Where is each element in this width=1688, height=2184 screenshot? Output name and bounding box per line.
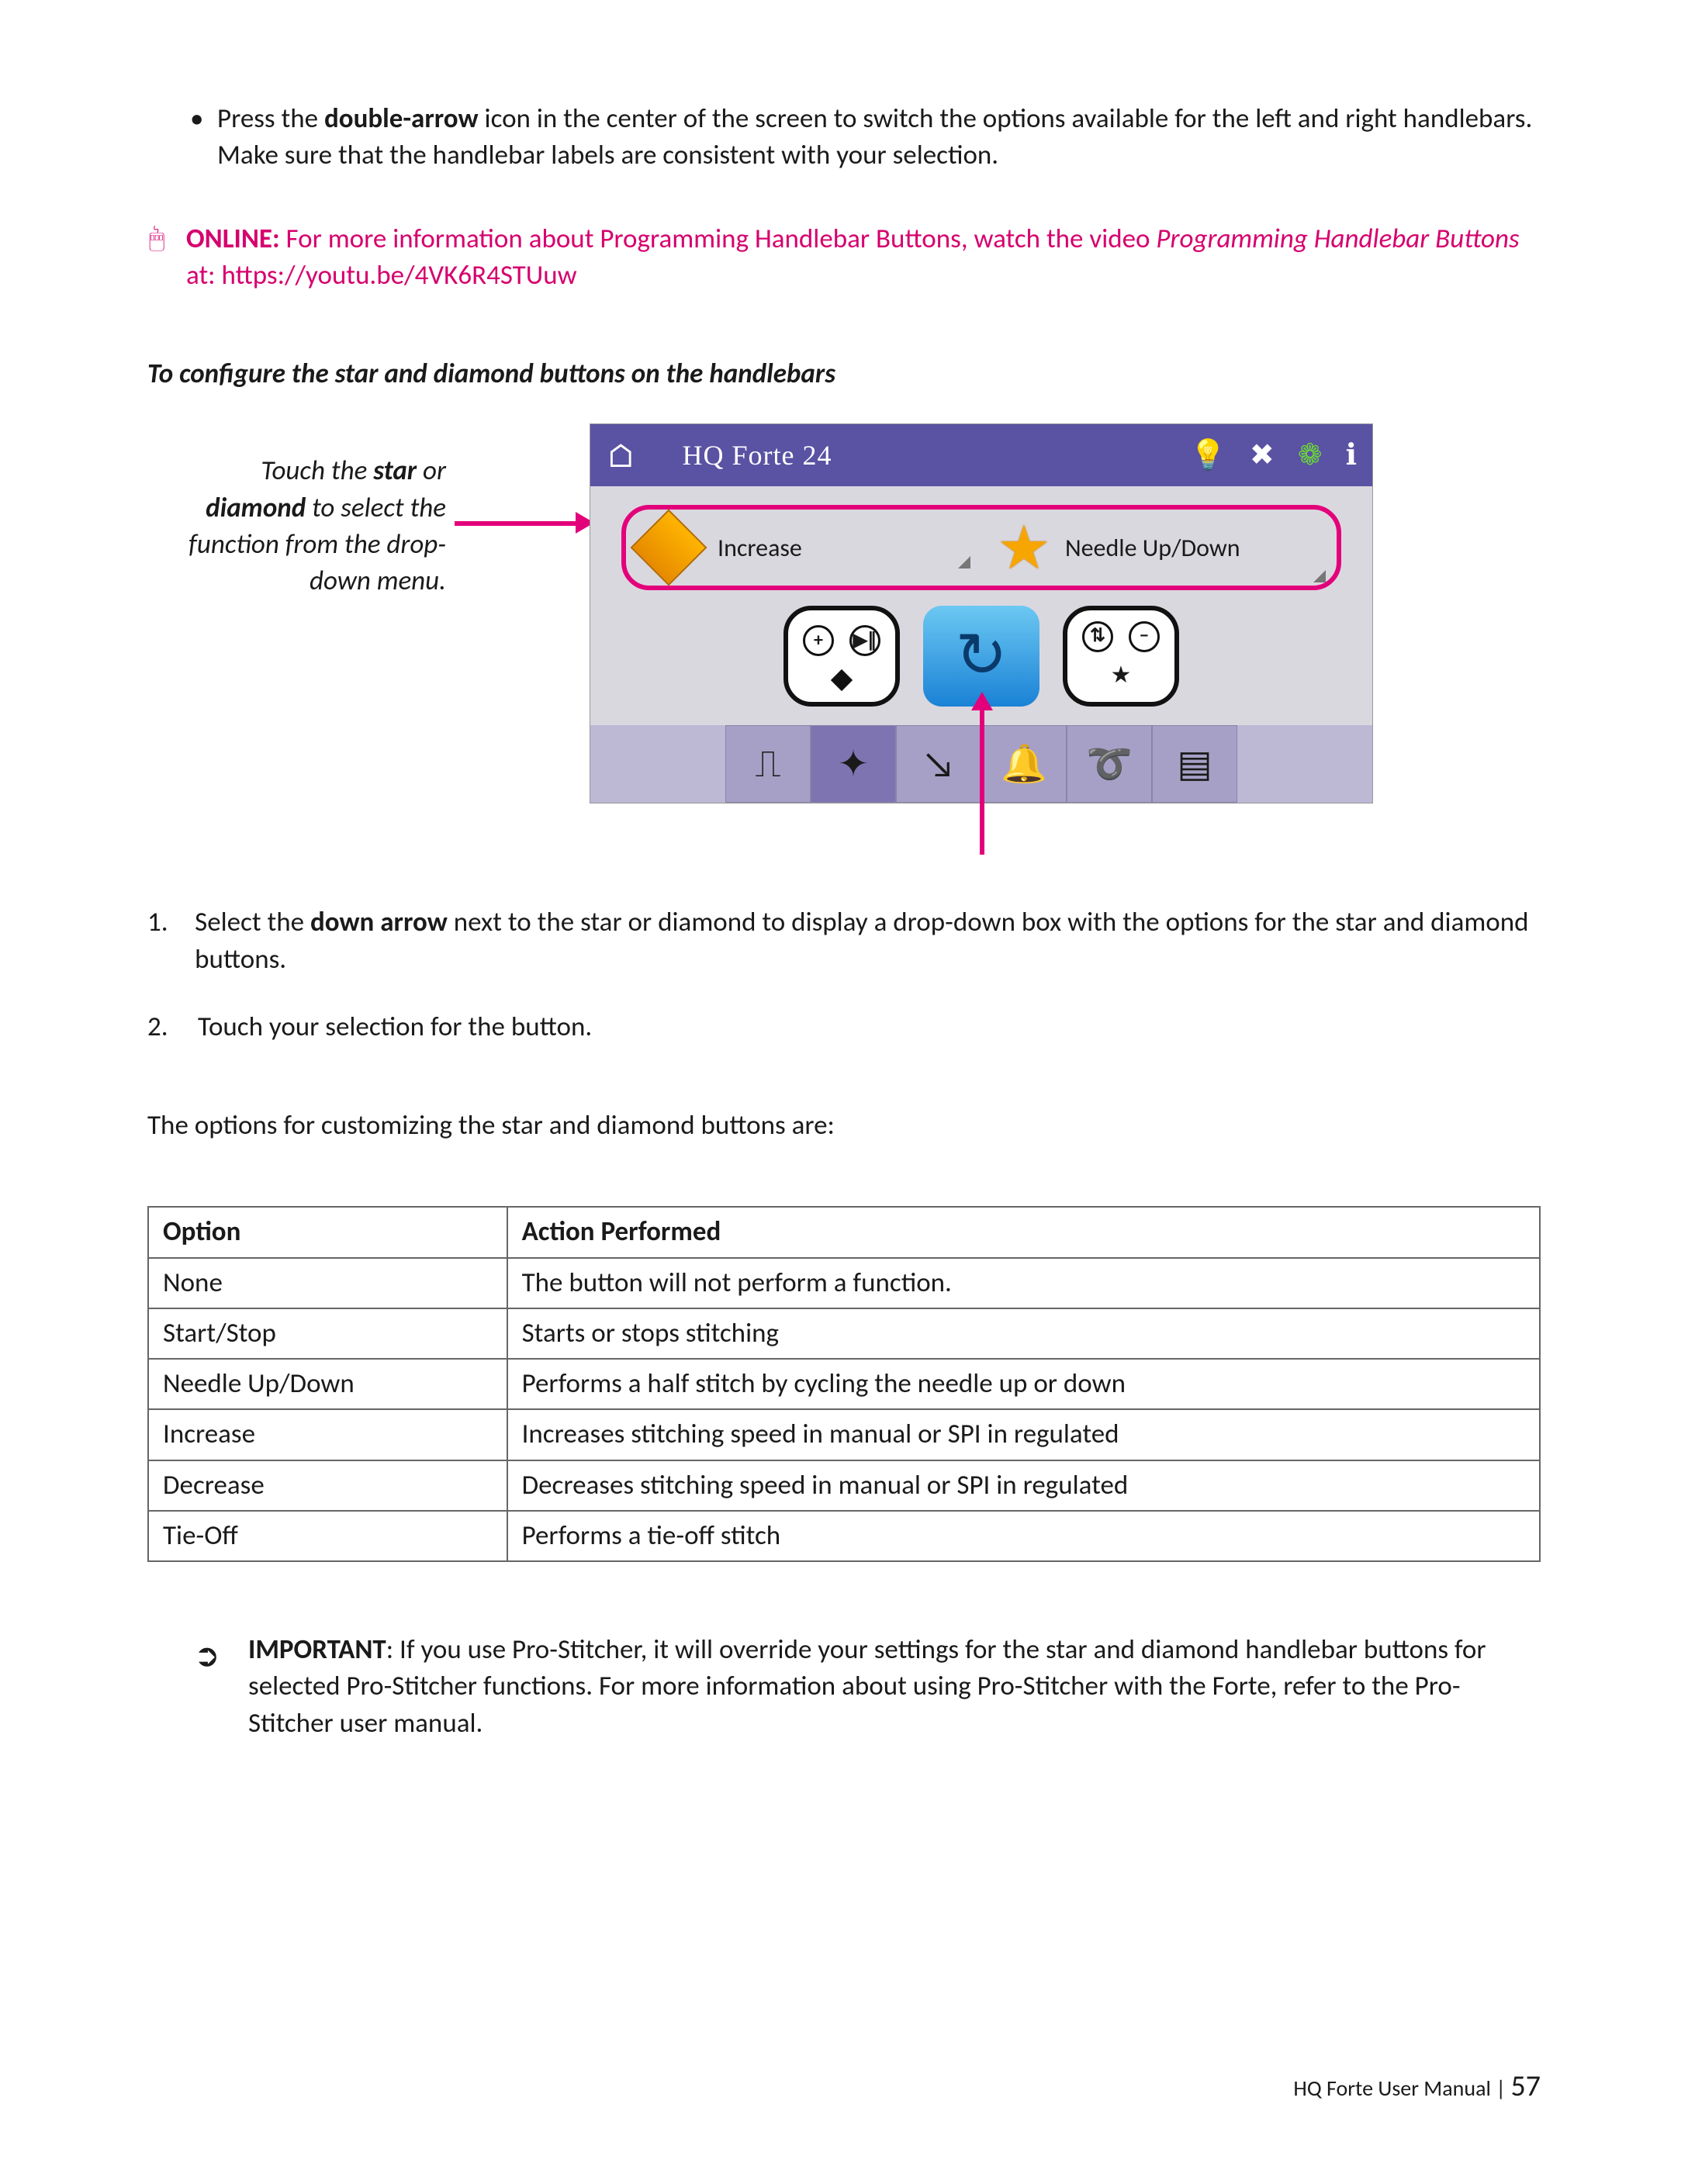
- bold: double-arrow: [324, 102, 479, 135]
- bullet-paragraph: Press the double-arrow icon in the cente…: [147, 101, 1541, 175]
- table-row: IncreaseIncreases stitching speed in man…: [148, 1409, 1540, 1460]
- list-item: 2. Touch your selection for the button.: [147, 1009, 1541, 1045]
- options-intro: The options for customizing the star and…: [147, 1108, 1541, 1144]
- diamond-label: Increase: [718, 531, 802, 565]
- important-note: ➲ IMPORTANT: If you use Pro-Stitcher, it…: [147, 1632, 1541, 1742]
- star-button[interactable]: ★ Needle Up/Down: [981, 507, 1337, 589]
- play-icon: ▶∥: [849, 625, 880, 656]
- arrow-right-icon: [455, 517, 594, 529]
- important-text: : If you use Pro-Stitcher, it will overr…: [248, 1633, 1486, 1740]
- plus-icon: +: [803, 625, 834, 656]
- updown-icon: ⇅: [1082, 621, 1113, 652]
- star-icon: ★: [997, 507, 1051, 589]
- star-small-icon: ★: [1111, 660, 1132, 692]
- selection-box: Increase ★ Needle Up/Down: [621, 505, 1341, 590]
- callout-text: Touch the star or diamond to select the …: [147, 453, 446, 600]
- table-row: Tie-OffPerforms a tie-off stitch: [148, 1511, 1540, 1561]
- text: Press the: [217, 102, 324, 135]
- bulb-icon[interactable]: 💡: [1190, 436, 1226, 475]
- table-row: NoneThe button will not perform a functi…: [148, 1258, 1540, 1308]
- tab-laser[interactable]: ↘: [896, 725, 981, 803]
- important-label: IMPORTANT: [248, 1633, 386, 1666]
- footer: HQ Forte User Manual | 57: [1293, 2067, 1541, 2106]
- screenshot-area: Touch the star or diamond to select the …: [147, 423, 1541, 858]
- table-row: Start/StopStarts or stops stitching: [148, 1308, 1540, 1359]
- star-label: Needle Up/Down: [1065, 531, 1240, 565]
- tab-stitch[interactable]: ▤: [1152, 725, 1237, 803]
- table-header: Option Action Performed: [148, 1207, 1540, 1257]
- table-row: Needle Up/DownPerforms a half stitch by …: [148, 1359, 1540, 1409]
- diamond-icon: [631, 510, 707, 586]
- tab-presser[interactable]: ⎍: [725, 725, 811, 803]
- device-title: HQ Forte 24: [683, 437, 832, 475]
- item-number: 1.: [147, 904, 195, 978]
- dropdown-icon: [958, 556, 970, 568]
- numbered-list: 1. Select the down arrow next to the sta…: [147, 904, 1541, 1045]
- list-item: 1. Select the down arrow next to the sta…: [147, 904, 1541, 978]
- text: For more information about Programming H…: [280, 223, 1157, 255]
- item-number: 2.: [147, 1009, 198, 1045]
- tools-icon[interactable]: ✖: [1250, 436, 1275, 475]
- th-action: Action Performed: [507, 1207, 1540, 1257]
- gear-icon[interactable]: ❁: [1298, 436, 1323, 475]
- important-icon: ➲: [194, 1635, 220, 1677]
- manual-title: HQ Forte User Manual: [1293, 2075, 1491, 2102]
- home-icon[interactable]: ⌂: [606, 433, 636, 479]
- arrow-up-icon: [976, 692, 988, 855]
- info-icon[interactable]: ℹ: [1346, 436, 1357, 475]
- dropdown-icon: [1313, 570, 1326, 582]
- online-note: 🖱 ONLINE: For more information about Pro…: [147, 221, 1541, 295]
- options-table: Option Action Performed NoneThe button w…: [147, 1206, 1541, 1562]
- diamond-button[interactable]: Increase: [626, 520, 981, 575]
- diamond-small-icon: [831, 669, 853, 691]
- online-label: ONLINE:: [186, 223, 280, 255]
- section-heading: To configure the star and diamond button…: [147, 356, 1541, 392]
- right-handlebar-display: ⇅ − ★: [1063, 606, 1179, 707]
- left-handlebar-display: + ▶∥: [783, 606, 900, 707]
- top-bar: ⌂ HQ Forte 24 💡 ✖ ❁ ℹ: [590, 424, 1372, 486]
- page-number: 57: [1510, 2068, 1541, 2104]
- tab-alarm[interactable]: 🔔: [981, 725, 1067, 803]
- minus-icon: −: [1129, 621, 1160, 652]
- online-url: https://youtu.be/4VK6R4STUuw: [221, 259, 576, 292]
- tab-buttons[interactable]: ✦: [811, 725, 896, 803]
- th-option: Option: [148, 1207, 507, 1257]
- mouse-icon: 🖱: [149, 221, 164, 257]
- text: at:: [186, 259, 221, 292]
- table-row: DecreaseDecreases stitching speed in man…: [148, 1460, 1540, 1511]
- tab-tieoff[interactable]: ➰: [1067, 725, 1152, 803]
- video-title: Programming Handlebar Buttons: [1156, 223, 1519, 255]
